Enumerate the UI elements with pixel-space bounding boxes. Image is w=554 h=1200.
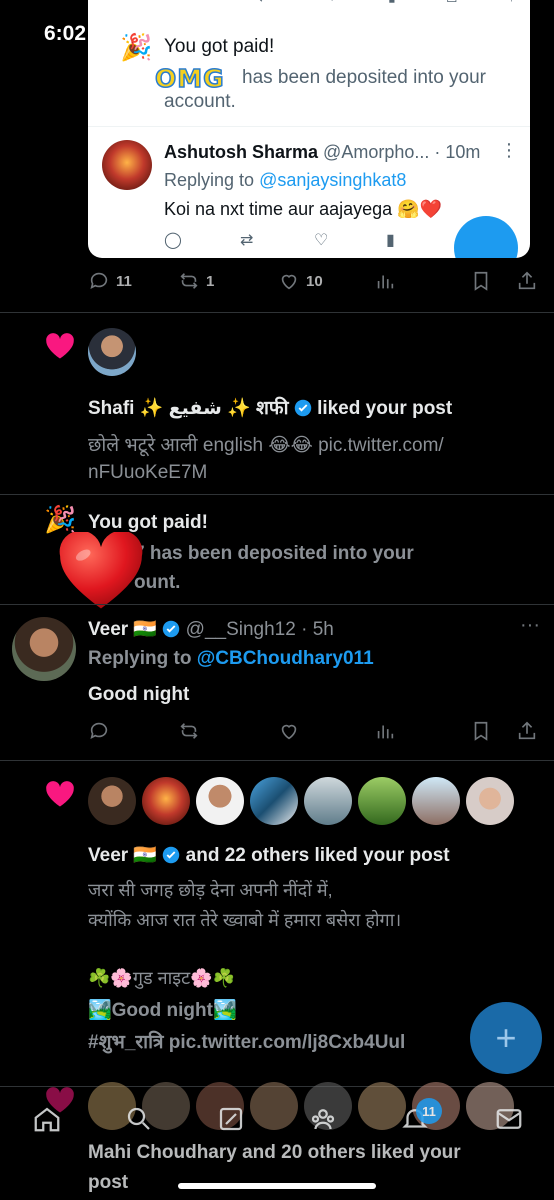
- bottom-nav: [0, 1096, 554, 1146]
- like-icon: [281, 274, 297, 290]
- bookmark-icon: ◻: [446, 0, 458, 5]
- bookmark-icon: [474, 721, 488, 741]
- views-icon: ▮: [386, 232, 395, 249]
- avatar[interactable]: [12, 617, 76, 681]
- embed-reply-header: Ashutosh Sharma @Amorpho... · 10m: [164, 142, 481, 162]
- post-text-line: #शुभ_रात्रि pic.twitter.com/lj8Cxb4Uul: [88, 1032, 406, 1053]
- like-icon: [281, 724, 297, 740]
- avatar[interactable]: [88, 328, 136, 376]
- avatar[interactable]: [142, 777, 190, 825]
- notification-link[interactable]: nFUuoKeE7M: [88, 462, 207, 484]
- embed-divider: [88, 126, 530, 127]
- bookmark-icon: [474, 271, 488, 291]
- heart-icon: [45, 332, 75, 360]
- avatar[interactable]: [466, 777, 514, 825]
- tweet-action-row: 11 1 10: [0, 270, 554, 296]
- compose-button[interactable]: +: [470, 1002, 542, 1074]
- home-icon[interactable]: [32, 1104, 62, 1134]
- share-icon: [518, 271, 536, 290]
- post-text-line: 🏞️Good night🏞️: [88, 1000, 237, 1021]
- reply-button[interactable]: 11: [88, 270, 132, 292]
- bookmark-button[interactable]: [470, 720, 492, 742]
- share-icon: ↑: [508, 0, 515, 4]
- divider: [0, 604, 554, 605]
- notification-header: Veer 🇮🇳 and 22 others liked your post: [88, 845, 450, 866]
- tweet-header: Veer 🇮🇳 @__Singh12 · 5h: [88, 619, 334, 640]
- post-text-line: ☘️🌸गुड नाइट🌸☘️: [88, 968, 235, 988]
- views-button[interactable]: [374, 720, 396, 742]
- embed-top-action-row: ⌒ ⇄ ♡ ▮ ◻ ↑: [88, 0, 530, 8]
- like-button[interactable]: [278, 720, 300, 742]
- verified-badge-icon: [162, 620, 180, 638]
- search-icon[interactable]: [124, 1104, 154, 1134]
- avatar[interactable]: [196, 777, 244, 825]
- avatar[interactable]: [412, 777, 460, 825]
- plus-icon: +: [495, 1017, 517, 1058]
- like-icon: ♡: [314, 232, 329, 249]
- repost-icon: ⇄: [258, 0, 270, 5]
- reply-icon: [90, 272, 108, 289]
- heart-icon: [45, 780, 75, 808]
- embed-paid-title: You got paid!: [164, 36, 275, 57]
- avatar[interactable]: [304, 777, 352, 825]
- share-button[interactable]: [516, 720, 538, 742]
- views-icon: [377, 725, 394, 739]
- verified-badge-icon: [294, 399, 312, 417]
- embedded-screenshot-card: ⌒ ⇄ ♡ ▮ ◻ ↑ 🎉 You got paid! has been dep…: [88, 0, 530, 258]
- paid-body-line1: 7 has been deposited into your: [134, 543, 414, 564]
- party-popper-icon: 🎉: [120, 32, 153, 62]
- avatar: [102, 140, 152, 190]
- avatar[interactable]: [88, 777, 136, 825]
- post-text-line: क्योंकि आज रात तेरे ख्वाबो में हमारा बसे…: [88, 910, 402, 930]
- messages-icon[interactable]: [494, 1104, 524, 1134]
- notification-text: छोले भटूरे आली english 😂😂 pic.twitter.co…: [88, 435, 444, 456]
- views-button[interactable]: [374, 270, 396, 292]
- avatar[interactable]: [250, 777, 298, 825]
- verified-badge-icon: [162, 846, 180, 864]
- embed-compose-button: [454, 216, 518, 258]
- grok-icon[interactable]: [216, 1104, 246, 1134]
- omg-sticker: OMG: [152, 63, 228, 94]
- reply-button[interactable]: [88, 720, 110, 742]
- like-button[interactable]: 10: [278, 270, 323, 292]
- repost-button[interactable]: [178, 720, 200, 742]
- communities-icon[interactable]: [308, 1104, 338, 1134]
- repost-button[interactable]: 1: [178, 270, 214, 292]
- status-time: 6:02: [44, 22, 87, 45]
- party-popper-icon: 🎉: [44, 504, 77, 534]
- like-icon: ♡: [326, 0, 339, 5]
- divider: [0, 494, 554, 495]
- reply-icon: ⌒: [180, 0, 194, 8]
- red-heart-sticker-icon: [56, 530, 146, 612]
- more-options-icon[interactable]: ···: [520, 614, 540, 637]
- tweet-action-row: [0, 720, 554, 746]
- reply-icon: [90, 722, 108, 739]
- repost-icon: [180, 273, 198, 289]
- reply-icon: ◯: [164, 232, 182, 249]
- repost-icon: ⇄: [240, 232, 254, 249]
- post-text-line: जरा सी जगह छोड़ देना अपनी नींदों में,: [88, 880, 333, 900]
- notification-header: Shafi ✨ شفیع ✨ शफी liked your post: [88, 398, 453, 419]
- paid-title: You got paid!: [88, 512, 208, 533]
- repost-icon: [180, 723, 198, 739]
- notifications-badge: 11: [416, 1098, 442, 1124]
- home-indicator: [178, 1183, 376, 1189]
- replying-to: Replying to @CBChoudhary011: [88, 648, 374, 669]
- divider: [0, 312, 554, 313]
- bookmark-button[interactable]: [470, 270, 492, 292]
- views-icon: ▮: [388, 0, 396, 5]
- more-icon: ⋮: [500, 140, 518, 160]
- notification-mahi-line2: post: [88, 1172, 129, 1193]
- share-button[interactable]: [516, 270, 538, 292]
- share-icon: [518, 721, 536, 740]
- views-icon: [377, 275, 394, 289]
- embed-replying-to: Replying to @sanjaysinghkat8: [164, 170, 407, 190]
- divider: [0, 760, 554, 761]
- avatar[interactable]: [358, 777, 406, 825]
- embed-reply-text: Koi na nxt time aur aajayega 🤗❤️: [164, 199, 442, 219]
- tweet-text: Good night: [88, 684, 190, 705]
